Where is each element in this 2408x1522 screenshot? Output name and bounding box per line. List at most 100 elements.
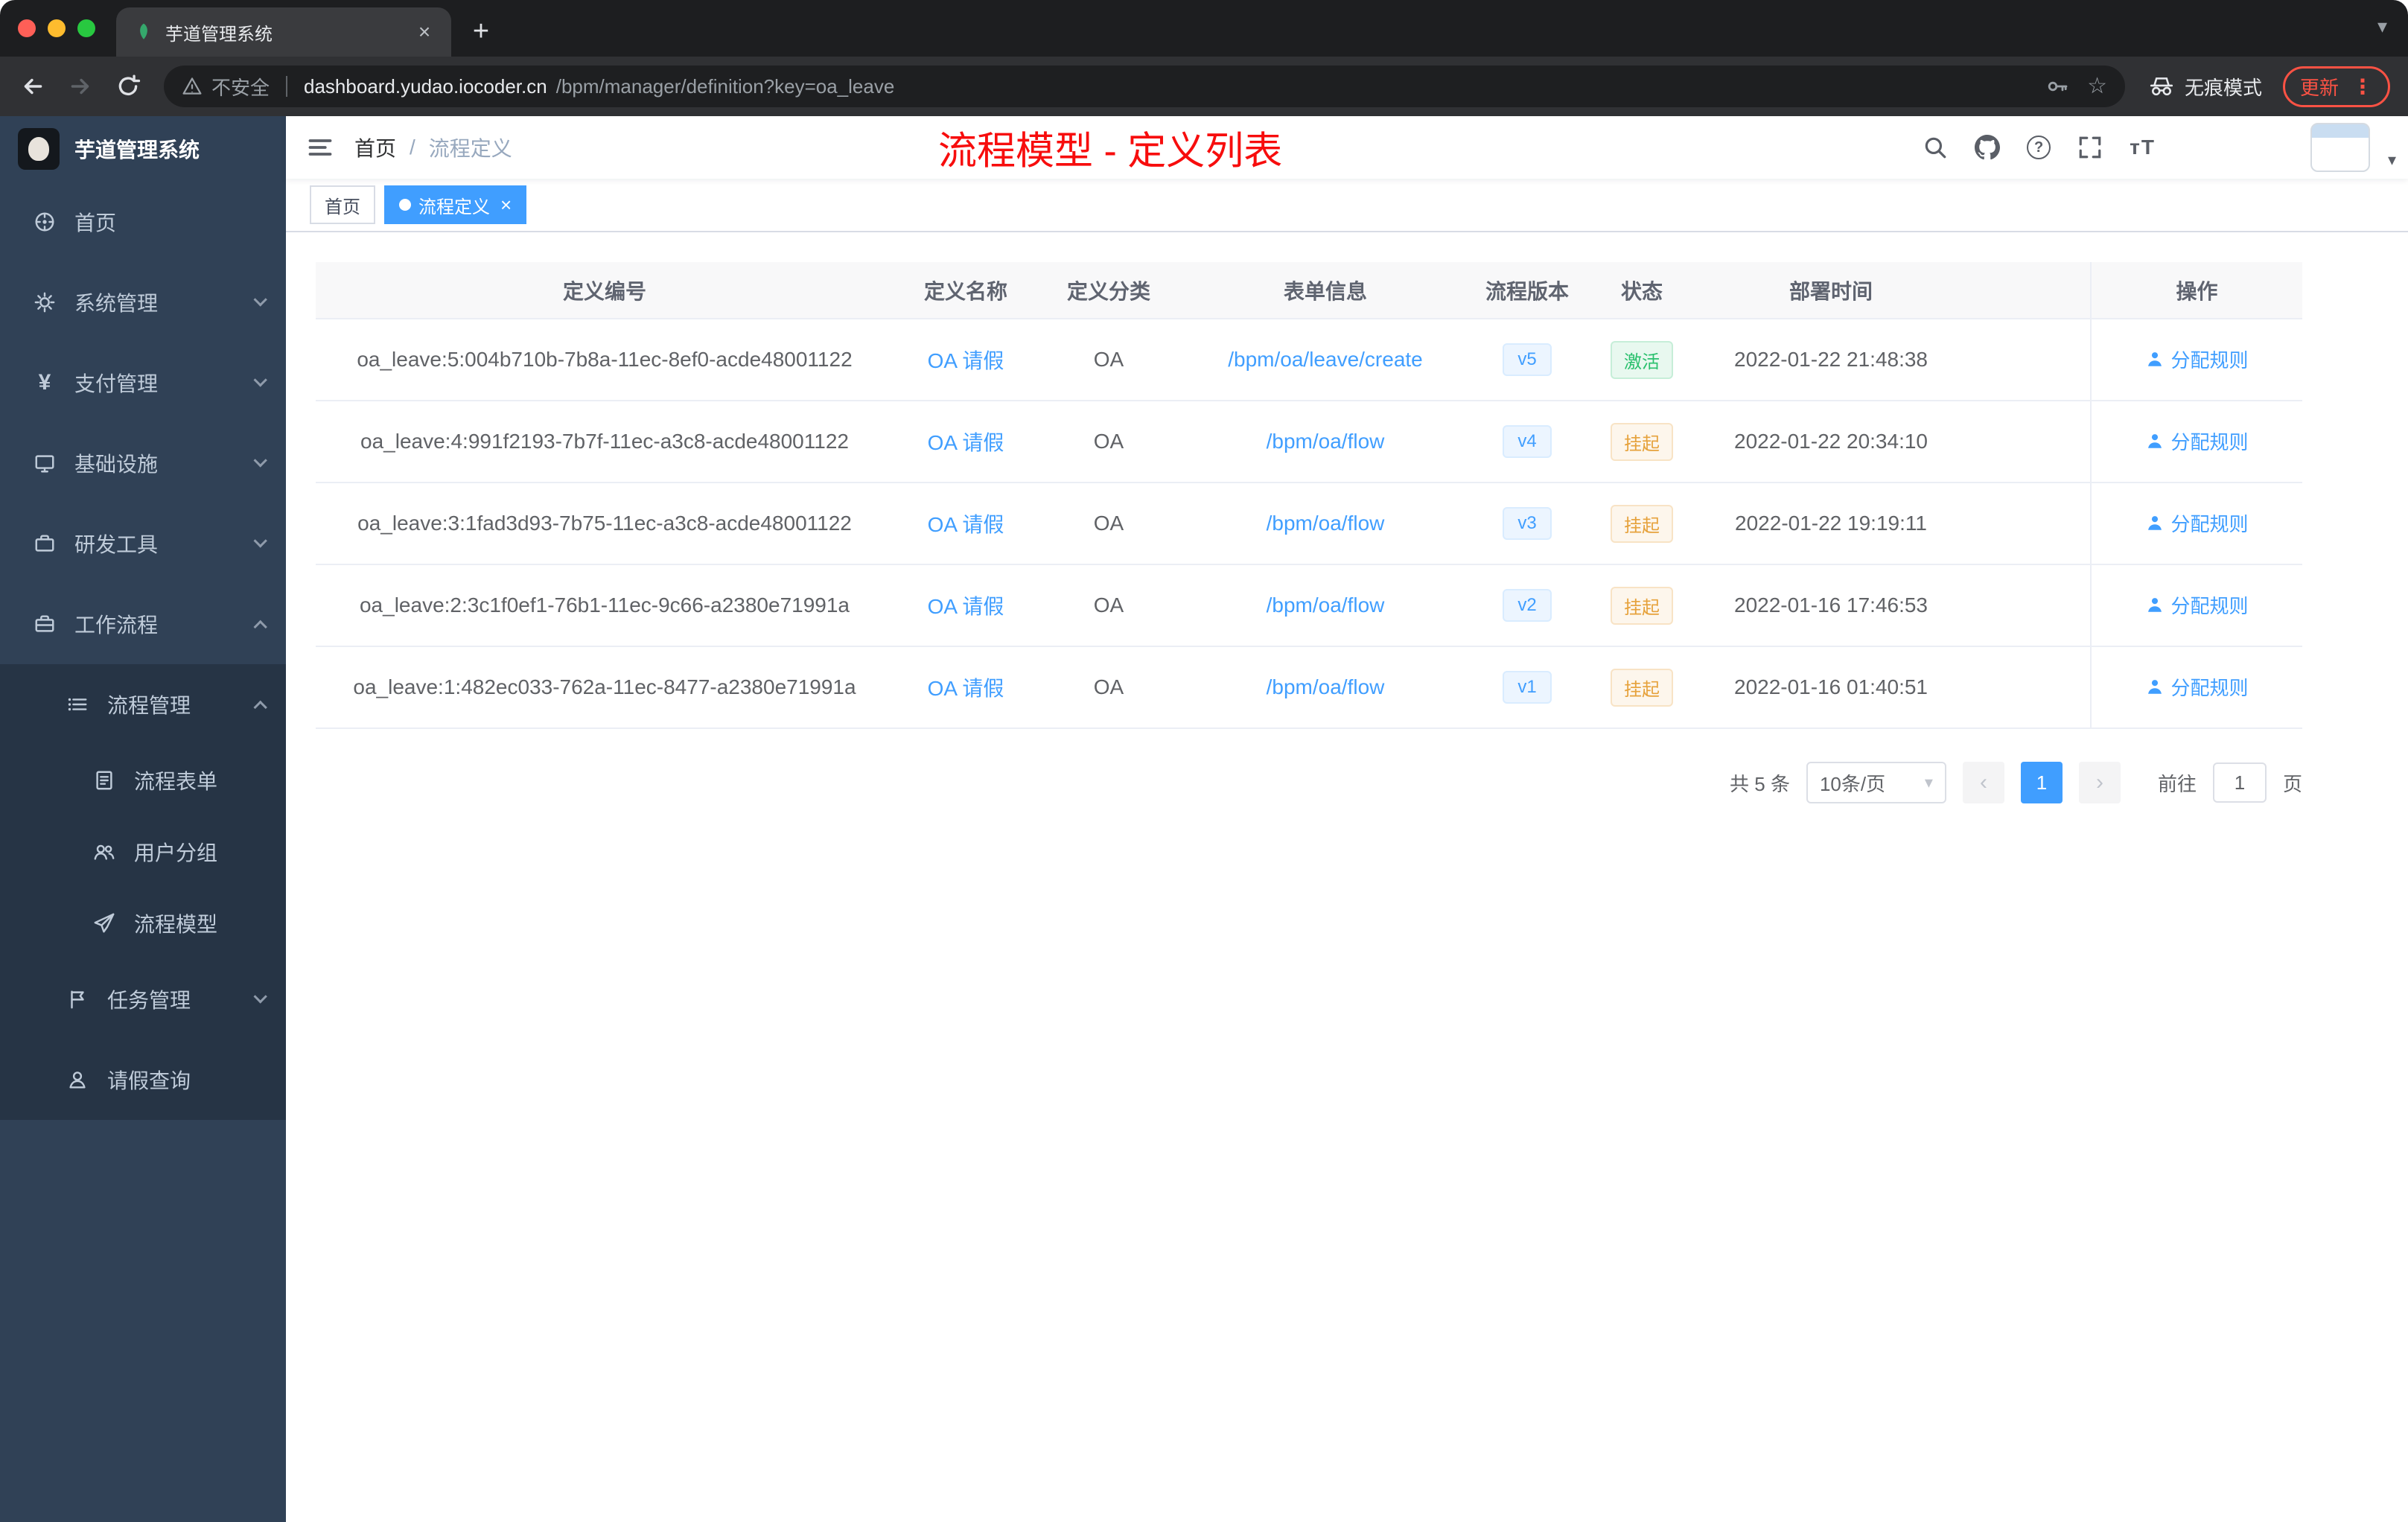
table-row: oa_leave:1:482ec033-762a-11ec-8477-a2380…: [316, 646, 2302, 729]
form-info-link[interactable]: /bpm/oa/flow: [1267, 512, 1385, 535]
category: OA: [1038, 401, 1179, 483]
zoom-window-button[interactable]: [77, 19, 95, 37]
minimize-window-button[interactable]: [48, 19, 66, 37]
sidebar-item-user-group[interactable]: 用户分组: [0, 816, 286, 888]
col-deploy-time: 部署时间: [1701, 262, 1961, 319]
bookmark-star-icon[interactable]: ☆: [2087, 75, 2107, 98]
col-actions: 操作: [2090, 262, 2302, 319]
tab-search-chevron-icon[interactable]: ▾: [2377, 15, 2387, 38]
reload-button[interactable]: [107, 66, 149, 107]
chevron-down-icon: ▾: [1924, 773, 1933, 792]
browser-toolbar: 不安全 dashboard.yudao.iocoder.cn/bpm/manag…: [0, 57, 2408, 116]
next-page-button[interactable]: ›: [2078, 762, 2121, 803]
brand-title: 芋道管理系统: [74, 138, 200, 162]
sidebar-item-leave-query[interactable]: 请假查询: [0, 1039, 286, 1120]
browser-tab[interactable]: 芋道管理系统 ×: [116, 7, 451, 57]
brand[interactable]: 芋道管理系统: [0, 116, 286, 182]
chevron-down-icon: [252, 293, 267, 308]
dashboard-icon: [33, 211, 57, 233]
form-info-link[interactable]: /bpm/oa/flow: [1267, 675, 1385, 698]
definition-id: oa_leave:2:3c1f0ef1-76b1-11ec-9c66-a2380…: [316, 564, 894, 647]
goto-page-input[interactable]: [2212, 762, 2267, 803]
update-chip[interactable]: 更新 ⋮: [2282, 66, 2390, 107]
page-title: 流程模型 - 定义列表: [938, 130, 1283, 173]
tag-home[interactable]: 首页: [310, 185, 375, 224]
category: OA: [1038, 483, 1179, 565]
tab-close-icon[interactable]: ×: [413, 20, 436, 44]
users-icon: [92, 841, 116, 863]
sidebar-item-process-model[interactable]: 流程模型: [0, 888, 286, 959]
assign-rule-link[interactable]: 分配规则: [2145, 673, 2249, 701]
font-size-icon[interactable]: тT: [2130, 136, 2156, 159]
user-avatar[interactable]: [2310, 123, 2370, 172]
status-badge: 挂起: [1611, 586, 1673, 625]
col-definition-name: 定义名称: [894, 262, 1038, 319]
window-controls: [0, 0, 116, 57]
person-icon: [2148, 434, 2162, 448]
definition-name-link[interactable]: OA 请假: [928, 513, 1004, 536]
tag-process-definition[interactable]: 流程定义 ×: [384, 185, 527, 224]
brand-logo: [18, 128, 60, 170]
forward-button[interactable]: [60, 66, 101, 107]
status-badge: 挂起: [1611, 422, 1673, 461]
sidebar-item-process-form[interactable]: 流程表单: [0, 745, 286, 816]
prev-page-button[interactable]: ‹: [1962, 762, 2004, 803]
version-badge: v3: [1503, 507, 1552, 540]
page-size-select[interactable]: 10条/页 ▾: [1806, 762, 1946, 803]
definition-name-link[interactable]: OA 请假: [928, 349, 1004, 372]
sidebar-item-devtools[interactable]: 研发工具: [0, 503, 286, 584]
table-row: oa_leave:2:3c1f0ef1-76b1-11ec-9c66-a2380…: [316, 564, 2302, 647]
sidebar-item-process-mgmt[interactable]: 流程管理: [0, 664, 286, 745]
sidebar-item-home[interactable]: 首页: [0, 182, 286, 262]
definition-name-link[interactable]: OA 请假: [928, 431, 1004, 454]
page-number-button[interactable]: 1: [2020, 762, 2063, 803]
definition-name-link[interactable]: OA 请假: [928, 677, 1004, 700]
form-info-link[interactable]: /bpm/oa/flow: [1267, 430, 1385, 453]
address-bar[interactable]: 不安全 dashboard.yudao.iocoder.cn/bpm/manag…: [164, 66, 2125, 107]
sidebar-item-task-mgmt[interactable]: 任务管理: [0, 959, 286, 1039]
chevron-down-icon: [252, 990, 267, 1004]
hamburger-icon[interactable]: [286, 116, 354, 179]
person-icon: [2148, 516, 2162, 530]
assign-rule-link[interactable]: 分配规则: [2145, 346, 2249, 373]
col-form-info: 表单信息: [1179, 262, 1471, 319]
chevron-down-icon: [252, 534, 267, 549]
sidebar: 芋道管理系统 首页 系统管理 ¥ 支付管理 基础设施 研发工具 工作流程 流程管…: [0, 116, 286, 1522]
form-info-link[interactable]: /bpm/oa/flow: [1267, 593, 1385, 617]
category: OA: [1038, 319, 1179, 401]
search-icon[interactable]: [1923, 135, 1948, 160]
sidebar-item-payment[interactable]: ¥ 支付管理: [0, 343, 286, 423]
definition-name-link[interactable]: OA 请假: [928, 595, 1004, 618]
sidebar-item-system[interactable]: 系统管理: [0, 262, 286, 343]
sidebar-item-workflow[interactable]: 工作流程: [0, 584, 286, 664]
help-icon[interactable]: ?: [2027, 136, 2051, 159]
tab-strip: 芋道管理系统 × + ▾: [0, 0, 2408, 57]
goto-label: 前往: [2157, 772, 2197, 795]
breadcrumb-home[interactable]: 首页: [354, 133, 396, 162]
col-filler: [1961, 262, 2091, 319]
assign-rule-link[interactable]: 分配规则: [2145, 509, 2249, 537]
update-label: 更新: [2299, 76, 2339, 99]
password-key-icon[interactable]: [2045, 74, 2069, 98]
new-tab-button[interactable]: +: [460, 10, 502, 52]
deploy-time: 2022-01-22 21:48:38: [1701, 319, 1961, 401]
back-button[interactable]: [12, 66, 54, 107]
form-info-link[interactable]: /bpm/oa/leave/create: [1228, 348, 1423, 371]
chevron-down-icon: [252, 373, 267, 388]
assign-rule-link[interactable]: 分配规则: [2145, 427, 2249, 455]
avatar-caret-icon[interactable]: ▾: [2388, 150, 2396, 170]
tag-close-icon[interactable]: ×: [500, 194, 512, 217]
total-count: 共 5 条: [1730, 772, 1790, 795]
col-status: 状态: [1583, 262, 1701, 319]
assign-rule-link[interactable]: 分配规则: [2145, 591, 2249, 619]
security-label[interactable]: 不安全: [211, 73, 270, 101]
close-window-button[interactable]: [18, 19, 36, 37]
fullscreen-icon[interactable]: [2077, 135, 2103, 160]
sidebar-item-infrastructure[interactable]: 基础设施: [0, 423, 286, 503]
github-icon[interactable]: [1975, 135, 2001, 160]
browser-menu-icon[interactable]: ⋮: [2352, 74, 2373, 99]
main-area: 首页 / 流程定义 流程模型 - 定义列表 ? тT ▾ 首页 流程定义 × 定…: [286, 116, 2408, 1522]
omnibox-divider: [286, 76, 288, 97]
yen-icon: ¥: [38, 370, 51, 395]
deploy-time: 2022-01-16 01:40:51: [1701, 646, 1961, 729]
